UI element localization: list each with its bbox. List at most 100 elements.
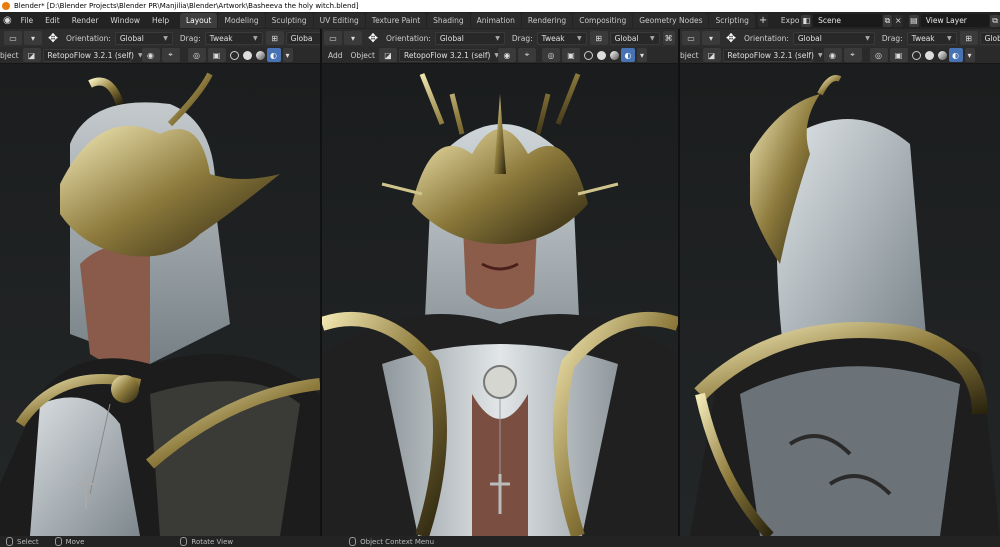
- move-tool-icon[interactable]: ✥: [722, 30, 740, 46]
- gizmo-icon[interactable]: ⌖: [517, 48, 536, 62]
- tab-animation[interactable]: Animation: [470, 13, 521, 28]
- link-icon[interactable]: ⌘: [662, 31, 675, 45]
- menu-window[interactable]: Window: [104, 12, 146, 29]
- tab-texture-paint[interactable]: Texture Paint: [365, 13, 427, 28]
- transform-orientation-dropdown[interactable]: Global ▼: [609, 31, 660, 45]
- shading-options-icon[interactable]: ▾: [964, 48, 975, 62]
- scene-field[interactable]: Scene: [813, 14, 882, 27]
- view-layer-new-icon[interactable]: ⧉: [990, 14, 1000, 27]
- select-box-icon[interactable]: ▭: [4, 31, 22, 45]
- mouse-icon: [349, 537, 357, 546]
- visibility-icon[interactable]: ◉: [497, 48, 516, 62]
- shading-options-icon[interactable]: ▾: [636, 48, 647, 62]
- status-select: Select: [0, 537, 39, 546]
- menu-help[interactable]: Help: [146, 12, 175, 29]
- blender-logo-icon[interactable]: ◉: [0, 12, 15, 29]
- tab-compositing[interactable]: Compositing: [573, 13, 633, 28]
- drag-dropdown[interactable]: Tweak ▼: [536, 31, 587, 45]
- tab-rendering[interactable]: Rendering: [521, 13, 573, 28]
- mouse-icon: [54, 537, 62, 546]
- view-layer-field[interactable]: View Layer: [920, 14, 990, 27]
- drag-value: Tweak: [911, 33, 935, 43]
- shading-material-icon[interactable]: [609, 50, 619, 60]
- transform-pivot-icon[interactable]: ⊞: [265, 31, 284, 45]
- drag-dropdown[interactable]: Tweak ▼: [204, 31, 263, 45]
- shading-rendered-icon[interactable]: ◐: [266, 48, 281, 62]
- xray-icon[interactable]: ▣: [207, 48, 226, 62]
- shading-rendered-icon[interactable]: ◐: [620, 48, 635, 62]
- tab-geometry-nodes[interactable]: Geometry Nodes: [633, 13, 709, 28]
- viewport-3[interactable]: [680, 64, 1000, 536]
- object-menu[interactable]: Object: [351, 51, 375, 60]
- tab-layout[interactable]: Layout: [179, 13, 218, 28]
- shading-solid-icon[interactable]: [924, 50, 934, 60]
- overlay-icon[interactable]: ◎: [541, 48, 560, 62]
- transform-pivot-icon[interactable]: ⊞: [959, 31, 978, 45]
- addon-dropdown[interactable]: RetopoFlow 3.2.1 (self) ▼: [42, 48, 143, 62]
- select-mode-icon[interactable]: ▾: [702, 31, 720, 45]
- scene-new-icon[interactable]: ⧉: [882, 14, 893, 27]
- viewport-2[interactable]: [322, 64, 678, 536]
- shading-material-icon[interactable]: [937, 50, 947, 60]
- overlay-icon[interactable]: ◎: [187, 48, 206, 62]
- viewport-1-header: bject ◪ RetopoFlow 3.2.1 (self) ▼ ◉ ⌖ ◎ ▣…: [0, 47, 320, 64]
- menu-file[interactable]: File: [15, 12, 40, 29]
- orientation-dropdown[interactable]: Global ▼: [792, 31, 875, 45]
- transform-orientation-value: Globa: [984, 33, 1000, 43]
- addon-value: RetopoFlow 3.2.1 (self): [727, 50, 814, 60]
- orientation-dropdown[interactable]: Global ▼: [114, 31, 173, 45]
- editor-type-icon[interactable]: ◪: [702, 48, 721, 62]
- menu-render[interactable]: Render: [66, 12, 105, 29]
- tab-shading[interactable]: Shading: [427, 13, 470, 28]
- select-mode-icon[interactable]: ▾: [24, 31, 42, 45]
- move-tool-icon[interactable]: ✥: [364, 30, 382, 46]
- editor-type-icon[interactable]: ◪: [378, 48, 397, 62]
- add-menu[interactable]: Add: [328, 51, 343, 60]
- viewport-1[interactable]: [0, 64, 320, 536]
- addon-dropdown[interactable]: RetopoFlow 3.2.1 (self) ▼: [722, 48, 823, 62]
- tab-scripting[interactable]: Scripting: [709, 13, 755, 28]
- visibility-icon[interactable]: ◉: [141, 48, 160, 62]
- scene-browse-icon[interactable]: ◧: [801, 14, 812, 27]
- shading-rendered-icon[interactable]: ◐: [948, 48, 963, 62]
- move-tool-icon[interactable]: ✥: [44, 30, 62, 46]
- drag-dropdown[interactable]: Tweak ▼: [906, 31, 957, 45]
- chevron-down-icon: ▼: [865, 34, 870, 42]
- shading-material-icon[interactable]: [255, 50, 265, 60]
- tab-sculpting[interactable]: Sculpting: [265, 13, 313, 28]
- add-workspace-button[interactable]: +: [757, 14, 769, 27]
- overlay-icon[interactable]: ◎: [869, 48, 888, 62]
- select-mode-icon[interactable]: ▾: [344, 31, 362, 45]
- status-move-label: Move: [65, 537, 85, 546]
- scene-close-icon[interactable]: ×: [893, 14, 904, 27]
- shading-options-icon[interactable]: ▾: [282, 48, 293, 62]
- gizmo-icon[interactable]: ⌖: [843, 48, 862, 62]
- transform-orientation-dropdown[interactable]: Globa: [979, 31, 1000, 45]
- menu-edit[interactable]: Edit: [39, 12, 66, 29]
- gizmo-icon[interactable]: ⌖: [161, 48, 180, 62]
- orientation-dropdown[interactable]: Global ▼: [434, 31, 505, 45]
- select-box-icon[interactable]: ▭: [324, 31, 342, 45]
- transform-orientation-dropdown[interactable]: Globa: [285, 31, 320, 45]
- object-menu[interactable]: bject: [680, 51, 699, 60]
- transform-pivot-icon[interactable]: ⊞: [589, 31, 608, 45]
- shading-solid-icon[interactable]: [596, 50, 606, 60]
- orientation-value: Global: [439, 33, 464, 43]
- select-box-icon[interactable]: ▭: [682, 31, 700, 45]
- view-layer-browse-icon[interactable]: ▤: [909, 14, 919, 27]
- editor-type-icon[interactable]: ◪: [22, 48, 41, 62]
- drag-label: Drag:: [511, 33, 533, 43]
- viewport-1-tool-header: ▭ ▾ ✥ Orientation: Global ▼ Drag: Tweak ▼ …: [0, 29, 320, 47]
- addon-dropdown[interactable]: RetopoFlow 3.2.1 (self) ▼: [398, 48, 499, 62]
- shading-solid-icon[interactable]: [242, 50, 252, 60]
- viewport-2-header: Add Object ◪ RetopoFlow 3.2.1 (self) ▼ ◉ …: [322, 47, 678, 64]
- shading-wire-icon[interactable]: [229, 50, 239, 60]
- tab-uv-editing[interactable]: UV Editing: [313, 13, 365, 28]
- shading-wire-icon[interactable]: [911, 50, 921, 60]
- xray-icon[interactable]: ▣: [889, 48, 908, 62]
- object-menu[interactable]: bject: [0, 51, 19, 60]
- visibility-icon[interactable]: ◉: [823, 48, 842, 62]
- xray-icon[interactable]: ▣: [561, 48, 580, 62]
- shading-wire-icon[interactable]: [583, 50, 593, 60]
- tab-modeling[interactable]: Modeling: [218, 13, 265, 28]
